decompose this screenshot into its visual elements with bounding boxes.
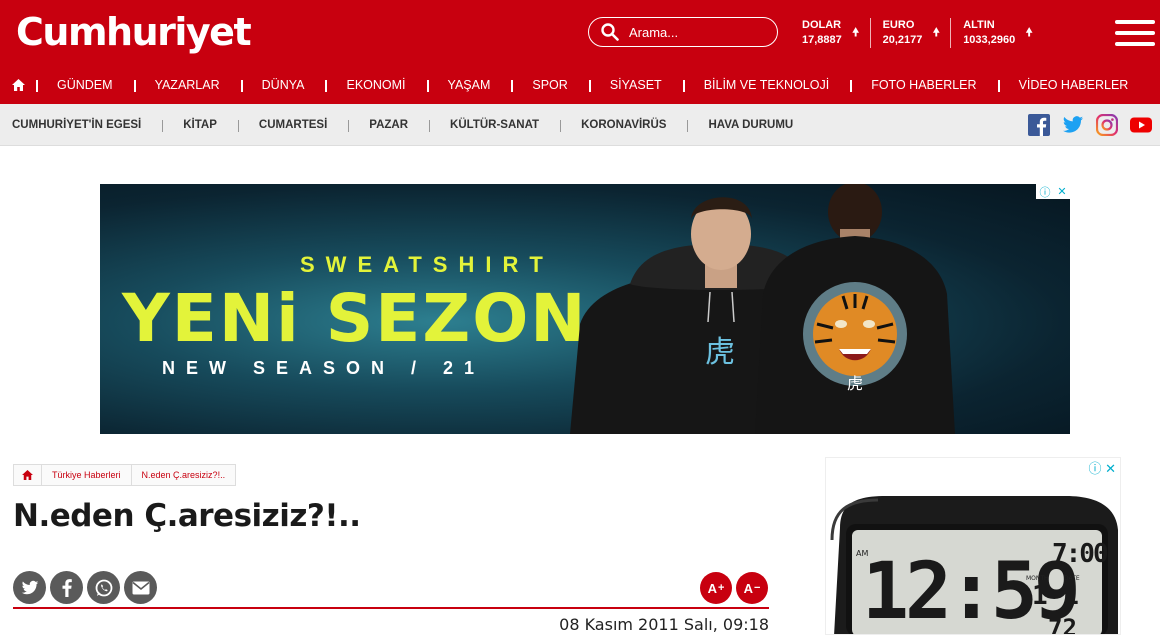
adchoices-badge[interactable]: ⓘ ✕ xyxy=(1036,184,1070,199)
subnav-item-pazar[interactable]: PAZAR xyxy=(348,119,429,132)
rate-name: DOLAR xyxy=(802,19,842,31)
twitter-share-icon[interactable] xyxy=(13,571,46,604)
hamburger-menu-icon[interactable] xyxy=(1115,20,1155,46)
nav-item-siyaset[interactable]: SİYASET xyxy=(588,78,683,92)
arrow-up-icon: 🠝 xyxy=(851,24,860,39)
nav-item-yazarlar[interactable]: YAZARLAR xyxy=(133,78,241,92)
font-increase-button[interactable]: A + xyxy=(700,572,732,604)
instagram-icon[interactable] xyxy=(1095,113,1119,137)
home-icon[interactable] xyxy=(22,470,33,480)
alarm-clock-image: AM 12:59 7:00 MONTH DATE 1 1 72 xyxy=(830,496,1118,635)
email-share-icon[interactable] xyxy=(124,571,157,604)
banner-line-sweatshirt: SWEATSHIRT xyxy=(300,252,554,277)
breadcrumb-item-current[interactable]: N.eden Ç.aresiziz?!.. xyxy=(130,464,237,486)
subnav-item-hava-durumu[interactable]: HAVA DURUMU xyxy=(687,119,814,132)
banner-line-yeni-sezon: YENi SEZON xyxy=(122,280,588,357)
search-icon[interactable] xyxy=(601,23,619,41)
rate-value: 20,2177 xyxy=(882,34,923,46)
currency-rates: DOLAR 17,8887 🠝 EURO 20,2177 🠝 ALTIN 103… xyxy=(790,18,1043,48)
search-input[interactable] xyxy=(629,24,769,40)
whatsapp-share-icon[interactable] xyxy=(87,571,120,604)
main-nav: GÜNDEM YAZARLAR DÜNYA EKONOMİ YAŞAM SPOR… xyxy=(0,68,1160,102)
subnav-item-kitap[interactable]: KİTAP xyxy=(162,119,238,132)
search-box[interactable] xyxy=(588,17,778,47)
subnav-item-ege[interactable]: CUMHURİYET'İN EGESİ xyxy=(0,119,162,131)
nav-home[interactable] xyxy=(0,79,36,91)
rate-dolar: DOLAR 17,8887 🠝 xyxy=(790,18,871,48)
banner-glyph: 虎 xyxy=(705,335,735,370)
nav-item-video-haberler[interactable]: VİDEO HABERLER xyxy=(997,78,1150,92)
nav-item-spor[interactable]: SPOR xyxy=(511,78,588,92)
rate-name: ALTIN xyxy=(963,19,995,31)
subnav-item-cumartesi[interactable]: CUMARTESİ xyxy=(237,119,348,132)
banner-model-back-image: 虎 xyxy=(755,184,955,434)
breadcrumb-home[interactable] xyxy=(13,464,42,486)
arrow-up-icon: 🠝 xyxy=(932,24,941,39)
top-header: Cumhuriyet DOLAR 17,8887 🠝 EURO 20,2177 … xyxy=(0,0,1160,104)
social-links xyxy=(1028,113,1152,137)
article-date: 08 Kasım 2011 Salı, 09:18 xyxy=(559,615,769,634)
article-title: N.eden Ç.aresiziz?!.. xyxy=(13,498,361,534)
side-ad[interactable]: ⓘ ✕ AM 12:59 7:00 MONTH DATE 1 1 72 xyxy=(825,457,1121,635)
rate-euro: EURO 20,2177 🠝 xyxy=(871,18,952,48)
banner-glyph-back: 虎 xyxy=(847,374,863,393)
youtube-icon[interactable] xyxy=(1130,114,1152,136)
title-divider xyxy=(13,607,769,609)
nav-item-yasam[interactable]: YAŞAM xyxy=(426,78,512,92)
close-icon[interactable]: ✕ xyxy=(1057,185,1066,198)
banner-line-new-season: NEW SEASON / 21 xyxy=(162,358,486,378)
font-size-controls: A + A − xyxy=(700,572,768,604)
rate-name: EURO xyxy=(882,19,915,31)
twitter-icon[interactable] xyxy=(1062,114,1084,136)
nav-item-ekonomi[interactable]: EKONOMİ xyxy=(325,78,426,92)
facebook-icon[interactable] xyxy=(1028,114,1050,136)
subnav-item-koronavirus[interactable]: KORONAVİRÜS xyxy=(560,119,687,132)
rate-value: 17,8887 xyxy=(802,34,842,46)
info-icon[interactable]: ⓘ xyxy=(1039,184,1050,200)
nav-item-dunya[interactable]: DÜNYA xyxy=(240,78,326,92)
clock-temperature: 72 xyxy=(1048,614,1077,635)
subnav-item-kultur-sanat[interactable]: KÜLTÜR-SANAT xyxy=(429,119,560,132)
facebook-share-icon[interactable] xyxy=(50,571,83,604)
breadcrumb: Türkiye Haberleri N.eden Ç.aresiziz?!.. xyxy=(13,464,237,486)
nav-item-gundem[interactable]: GÜNDEM xyxy=(36,78,134,92)
breadcrumb-item-category[interactable]: Türkiye Haberleri xyxy=(41,464,132,486)
share-buttons xyxy=(13,571,157,604)
clock-alarm: 7:00 xyxy=(1052,539,1108,569)
arrow-up-icon: 🠝 xyxy=(1025,24,1034,39)
rate-altin: ALTIN 1033,2960 🠝 xyxy=(951,18,1043,48)
rate-value: 1033,2960 xyxy=(963,34,1016,46)
nav-item-bilim-teknoloji[interactable]: BİLİM VE TEKNOLOJİ xyxy=(682,78,851,92)
secondary-nav: CUMHURİYET'İN EGESİ KİTAP CUMARTESİ PAZA… xyxy=(0,104,1160,146)
site-logo[interactable]: Cumhuriyet xyxy=(16,10,252,54)
font-decrease-button[interactable]: A − xyxy=(736,572,768,604)
nav-item-foto-haberler[interactable]: FOTO HABERLER xyxy=(850,78,997,92)
adchoices-badge[interactable]: ⓘ ✕ xyxy=(1088,458,1116,477)
banner-ad[interactable]: SWEATSHIRT YENi SEZON NEW SEASON / 21 虎 … xyxy=(100,184,1070,434)
clock-date: 1 1 xyxy=(1032,581,1079,611)
home-icon[interactable] xyxy=(11,79,25,91)
